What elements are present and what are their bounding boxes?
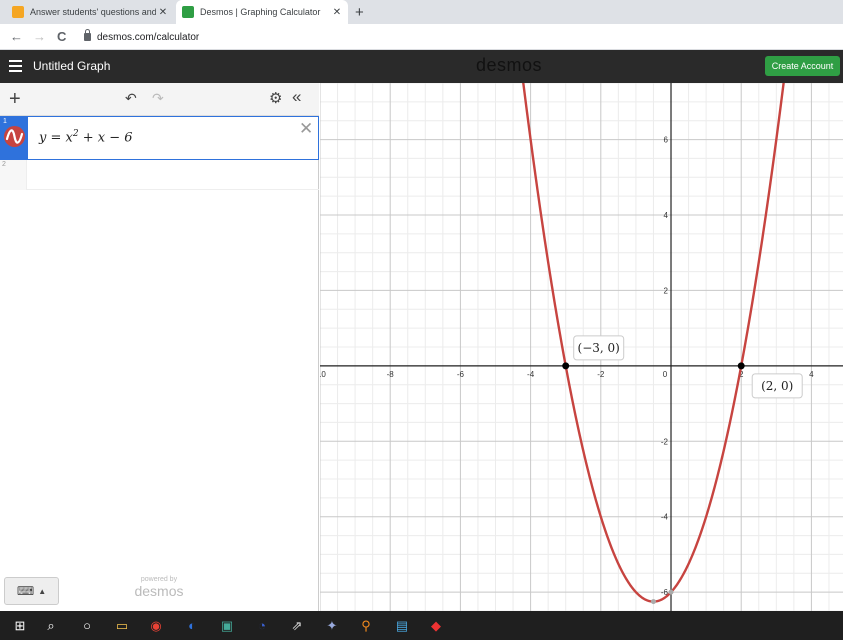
taskbar-app-icon[interactable]: ⚲: [357, 617, 375, 635]
collapse-panel-button[interactable]: «: [292, 87, 301, 107]
formula-equals: =: [46, 130, 66, 146]
forward-button[interactable]: →: [33, 29, 46, 44]
taskbar-app-icon[interactable]: ▣: [218, 617, 236, 635]
intercept-point[interactable]: [737, 362, 745, 370]
expression-panel: + ↶ ↷ ⚙ « 1 y = x2 + x − 6 ✕ 2 ⌨ ▲ power…: [0, 83, 319, 611]
windows-taskbar: ⊞ ⌕ ○ ▭ ◉ ◐ ▣ ◔ ⇗ ✦ ⚲ ▤ ◆: [0, 611, 843, 640]
graph-title[interactable]: Untitled Graph: [33, 59, 110, 73]
graph-svg[interactable]: -10-8-6-4-2024642-2-4-6 (−3, 0)(2, 0): [314, 45, 843, 612]
taskbar-app-icon[interactable]: ◉: [147, 617, 165, 635]
address-bar: ← → C desmos.com/calculator: [0, 24, 843, 50]
y-tick-label: -2: [661, 437, 669, 446]
taskbar-app-icon[interactable]: ⌕: [42, 617, 60, 635]
url-field[interactable]: desmos.com/calculator: [84, 29, 199, 45]
expression-index: 2: [2, 161, 6, 168]
powered-by-logo: desmos: [134, 583, 184, 599]
y-tick-label: 6: [664, 136, 669, 145]
desmos-logo: desmos: [476, 55, 543, 75]
taskbar-app-icon[interactable]: ○: [78, 617, 96, 635]
taskbar-app-icon[interactable]: ▭: [113, 617, 131, 635]
x-tick-label: -10: [320, 370, 326, 379]
y-tick-label: -4: [661, 513, 669, 522]
powered-by-text: powered by: [140, 576, 178, 583]
powered-by-desmos[interactable]: powered by desmos: [129, 576, 189, 599]
undo-button[interactable]: ↶: [125, 90, 137, 107]
expression-toolbar: + ↶ ↷ ⚙ «: [0, 83, 319, 116]
delete-expression-icon[interactable]: ✕: [299, 119, 313, 139]
taskbar-app-icon[interactable]: ⇗: [288, 617, 306, 635]
expression-index: 1: [3, 118, 7, 125]
settings-gear-icon[interactable]: ⚙: [269, 89, 282, 107]
tab-close-icon[interactable]: ✕: [156, 7, 170, 18]
taskbar-app-icon[interactable]: ✦: [323, 617, 341, 635]
taskbar-app-icon[interactable]: ◔: [253, 617, 271, 635]
taskbar-app-icon[interactable]: ▤: [393, 617, 411, 635]
tab-title: Answer students' questions and e: [30, 7, 156, 17]
tab-desmos[interactable]: Desmos | Graphing Calculator ✕: [176, 0, 348, 24]
taskbar-app-icon[interactable]: ◆: [427, 617, 445, 635]
intercept-point[interactable]: [562, 362, 570, 370]
x-tick-label: 0: [663, 370, 668, 379]
y-tick-label: 4: [664, 211, 669, 220]
critical-point[interactable]: [650, 599, 656, 605]
keyboard-toggle-button[interactable]: ⌨ ▲: [4, 577, 59, 605]
chevron-up-icon: ▲: [38, 586, 47, 596]
graph-paper[interactable]: -10-8-6-4-2024642-2-4-6 (−3, 0)(2, 0): [314, 45, 843, 612]
hamburger-icon[interactable]: [9, 60, 22, 72]
point-label: (2, 0): [761, 379, 793, 393]
expression-row-1[interactable]: 1 y = x2 + x − 6 ✕: [0, 116, 319, 160]
y-tick-label: 2: [664, 286, 669, 295]
tab-answer-questions[interactable]: Answer students' questions and e ✕: [6, 0, 174, 24]
expression-tab[interactable]: 1: [1, 117, 28, 159]
reload-button[interactable]: C: [57, 29, 66, 44]
x-tick-label: -8: [387, 370, 395, 379]
x-tick-label: 4: [809, 370, 814, 379]
x-tick-label: -6: [457, 370, 465, 379]
expression-formula[interactable]: y = x2 + x − 6: [39, 129, 133, 145]
curve-color-icon[interactable]: [4, 126, 25, 147]
taskbar-app-icon[interactable]: ⊞: [11, 617, 29, 635]
x-tick-label: -2: [597, 370, 605, 379]
new-tab-button[interactable]: +: [355, 4, 364, 21]
url-text: desmos.com/calculator: [97, 31, 200, 43]
x-tick-label: -4: [527, 370, 535, 379]
redo-button[interactable]: ↷: [152, 90, 164, 107]
tab-title: Desmos | Graphing Calculator: [200, 7, 321, 17]
formula-rest: + x − 6: [78, 130, 133, 146]
expression-tab: 2: [0, 160, 27, 190]
critical-point[interactable]: [668, 589, 674, 595]
desmos-favicon-icon: [182, 6, 194, 18]
taskbar-app-icon[interactable]: ◐: [183, 617, 201, 635]
add-item-button[interactable]: +: [9, 88, 21, 111]
formula-x: x: [65, 130, 73, 146]
browser-tab-bar: Answer students' questions and e ✕ Desmo…: [0, 0, 843, 24]
lock-icon: [84, 29, 91, 41]
tab-close-icon[interactable]: ✕: [330, 7, 344, 18]
desmos-header: Untitled Graph desmos Create Account: [0, 50, 843, 83]
create-account-button[interactable]: Create Account: [765, 56, 840, 76]
keyboard-icon: ⌨: [16, 584, 35, 598]
expression-row-2[interactable]: 2: [0, 160, 319, 190]
point-label: (−3, 0): [578, 341, 620, 355]
tab-favicon-icon: [12, 6, 24, 18]
back-button[interactable]: ←: [10, 29, 23, 44]
